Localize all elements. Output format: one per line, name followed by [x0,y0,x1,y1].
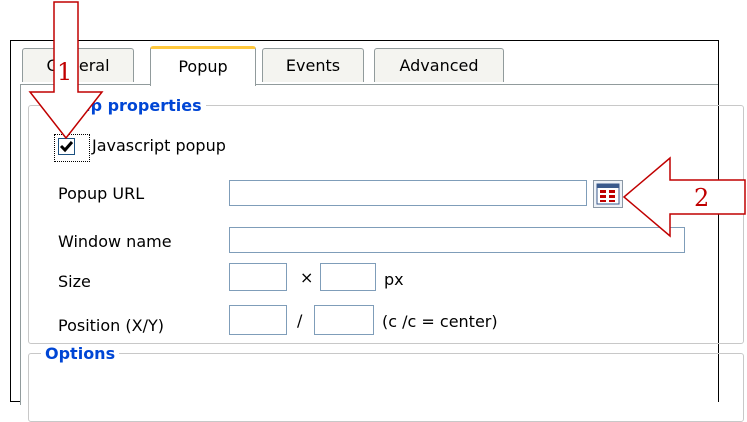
annotation-number-2: 2 [694,184,710,212]
position-y-input[interactable] [314,305,374,335]
position-x-input[interactable] [229,305,287,335]
size-separator: × [300,268,314,287]
popup-url-label: Popup URL [58,184,145,203]
browse-list-icon [596,183,620,205]
size-label: Size [58,272,91,291]
window-name-input[interactable] [229,227,685,253]
popup-url-input[interactable] [229,180,587,206]
javascript-popup-label: Javascript popup [92,136,226,155]
options-legend: Options [45,344,116,363]
size-height-input[interactable] [320,263,376,291]
size-unit: px [384,270,404,289]
tab-events[interactable]: Events [262,48,364,82]
position-separator: / [297,311,303,330]
position-hint: (c /c = center) [382,312,498,331]
tab-advanced[interactable]: Advanced [374,48,504,82]
annotation-arrow-left-icon [622,156,746,238]
annotation-number-1: 1 [57,58,73,86]
tab-popup[interactable]: Popup [150,46,256,86]
window-name-label: Window name [58,232,172,251]
position-label: Position (X/Y) [58,316,164,335]
size-width-input[interactable] [229,263,287,291]
file-browser-button[interactable] [593,180,623,208]
options-fieldset: Options [28,344,744,422]
